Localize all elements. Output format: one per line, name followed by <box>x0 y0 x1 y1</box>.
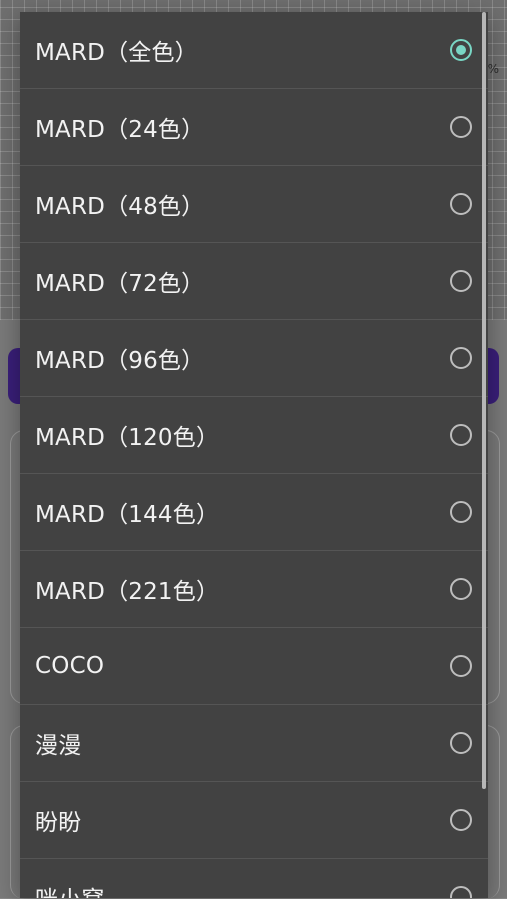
palette-option-label: MARD（24色） <box>35 117 205 143</box>
radio-unselected-icon[interactable] <box>450 578 472 600</box>
palette-option-mard-96[interactable]: MARD（96色） <box>20 320 488 397</box>
palette-option-mard-48[interactable]: MARD（48色） <box>20 166 488 243</box>
palette-option-mard-144[interactable]: MARD（144色） <box>20 474 488 551</box>
palette-option-label: MARD（全色） <box>35 40 198 66</box>
palette-option-label: COCO <box>35 653 105 679</box>
palette-option-label: MARD（221色） <box>35 579 220 605</box>
palette-option-mard-72[interactable]: MARD（72色） <box>20 243 488 320</box>
radio-unselected-icon[interactable] <box>450 270 472 292</box>
palette-option-label: 咪小窝 <box>35 880 105 898</box>
palette-option-label: MARD（48色） <box>35 194 205 220</box>
palette-options-list: MARD（全色） MARD（24色） MARD（48色） MARD（72色） M… <box>20 12 488 898</box>
palette-option-mixiaowo[interactable]: 咪小窝 <box>20 859 488 898</box>
percent-label: % <box>487 62 499 76</box>
palette-option-label: 漫漫 <box>35 733 82 759</box>
palette-option-label: MARD（72色） <box>35 271 205 297</box>
palette-option-label: MARD（96色） <box>35 348 205 374</box>
radio-unselected-icon[interactable] <box>450 809 472 831</box>
radio-unselected-icon[interactable] <box>450 886 472 898</box>
scrollbar[interactable] <box>482 12 486 789</box>
radio-unselected-icon[interactable] <box>450 655 472 677</box>
palette-selection-dialog: MARD（全色） MARD（24色） MARD（48色） MARD（72色） M… <box>20 12 488 898</box>
palette-option-mard-120[interactable]: MARD（120色） <box>20 397 488 474</box>
radio-unselected-icon[interactable] <box>450 193 472 215</box>
palette-option-manman[interactable]: 漫漫 <box>20 705 488 782</box>
palette-option-mard-full[interactable]: MARD（全色） <box>20 12 488 89</box>
radio-unselected-icon[interactable] <box>450 116 472 138</box>
palette-option-label: 盼盼 <box>35 810 82 836</box>
radio-unselected-icon[interactable] <box>450 424 472 446</box>
radio-unselected-icon[interactable] <box>450 732 472 754</box>
palette-option-label: MARD（120色） <box>35 425 220 451</box>
radio-selected-icon[interactable] <box>450 39 472 61</box>
palette-option-coco[interactable]: COCO <box>20 628 488 705</box>
palette-option-mard-24[interactable]: MARD（24色） <box>20 89 488 166</box>
palette-option-label: MARD（144色） <box>35 502 220 528</box>
radio-unselected-icon[interactable] <box>450 347 472 369</box>
radio-unselected-icon[interactable] <box>450 501 472 523</box>
palette-option-panpan[interactable]: 盼盼 <box>20 782 488 859</box>
palette-option-mard-221[interactable]: MARD（221色） <box>20 551 488 628</box>
